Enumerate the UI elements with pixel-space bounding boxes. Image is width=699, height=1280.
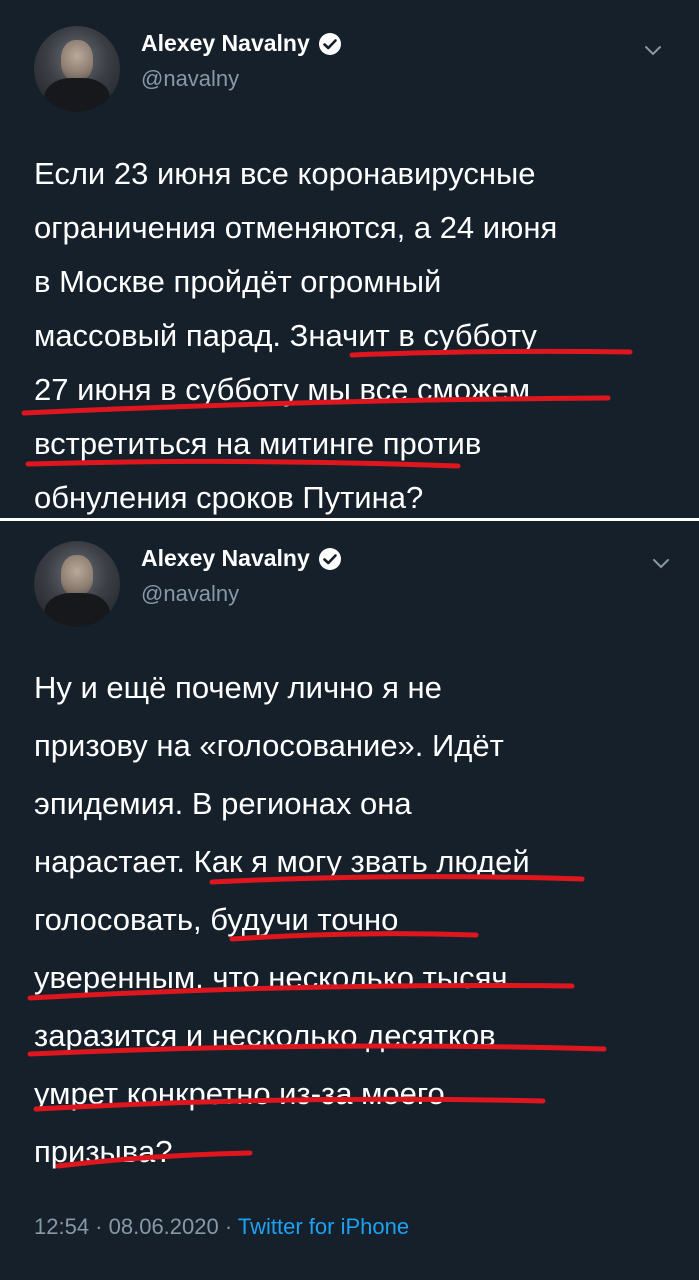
tweet-text-line: в Москве пройдёт огромный (34, 264, 442, 299)
tweet-time[interactable]: 12:54 (34, 1214, 89, 1239)
tweet-text-line: массовый парад. Значит в субботу (34, 318, 537, 353)
tweet-text-line: призову на «голосование». Идёт (34, 728, 504, 763)
tweet-text-line: 27 июня в субботу мы все сможем (34, 372, 531, 407)
tweet-text-line: нарастает. Как я могу звать людей (34, 844, 530, 879)
tweet-screenshot-1: Alexey Navalny @navalny Если 23 июня все… (0, 0, 699, 518)
tweet-text: Если 23 июня все коронавирусные ограниче… (34, 147, 557, 518)
author-handle[interactable]: @navalny (141, 581, 239, 607)
tweet-text-line: уверенным, что несколько тысяч (34, 960, 508, 995)
author-name-row[interactable]: Alexey Navalny (141, 30, 342, 57)
tweet-screenshot-2: Alexey Navalny @navalny Ну и ещё почему … (0, 521, 699, 1280)
tweet-text-line: умрет конкретно из-за моего (34, 1076, 445, 1111)
tweet-text-line: встретиться на митинге против (34, 426, 482, 461)
author-name-row[interactable]: Alexey Navalny (141, 545, 342, 572)
tweet-text-line: обнуления сроков Путина? (34, 480, 424, 515)
tweet-text-line: Ну и ещё почему лично я не (34, 670, 442, 705)
author-name[interactable]: Alexey Navalny (141, 30, 310, 57)
author-handle[interactable]: @navalny (141, 66, 239, 92)
tweet-date[interactable]: 08.06.2020 (109, 1214, 219, 1239)
tweet-text-line: эпидемия. В регионах она (34, 786, 412, 821)
author-name[interactable]: Alexey Navalny (141, 545, 310, 572)
tweet-text: Ну и ещё почему лично я не призову на «г… (34, 659, 530, 1181)
author-avatar[interactable] (34, 541, 120, 627)
tweet-source-link[interactable]: Twitter for iPhone (238, 1214, 409, 1239)
tweet-text-line: Если 23 июня все коронавирусные (34, 156, 536, 191)
author-avatar[interactable] (34, 26, 120, 112)
tweet-text-line: голосовать, будучи точно (34, 902, 399, 937)
tweet-text-line: заразится и несколько десятков (34, 1018, 496, 1053)
verified-badge-icon (318, 32, 341, 55)
tweet-footer: 12:54 · 08.06.2020 · Twitter for iPhone (34, 1214, 409, 1240)
tweet-text-line: призыва? (34, 1134, 173, 1169)
tweet-text-line: ограничения отменяются, а 24 июня (34, 210, 558, 245)
chevron-down-icon[interactable] (649, 551, 673, 575)
separator: · (89, 1214, 109, 1239)
chevron-down-icon[interactable] (641, 38, 665, 62)
verified-badge-icon (318, 547, 341, 570)
separator: · (218, 1214, 238, 1239)
